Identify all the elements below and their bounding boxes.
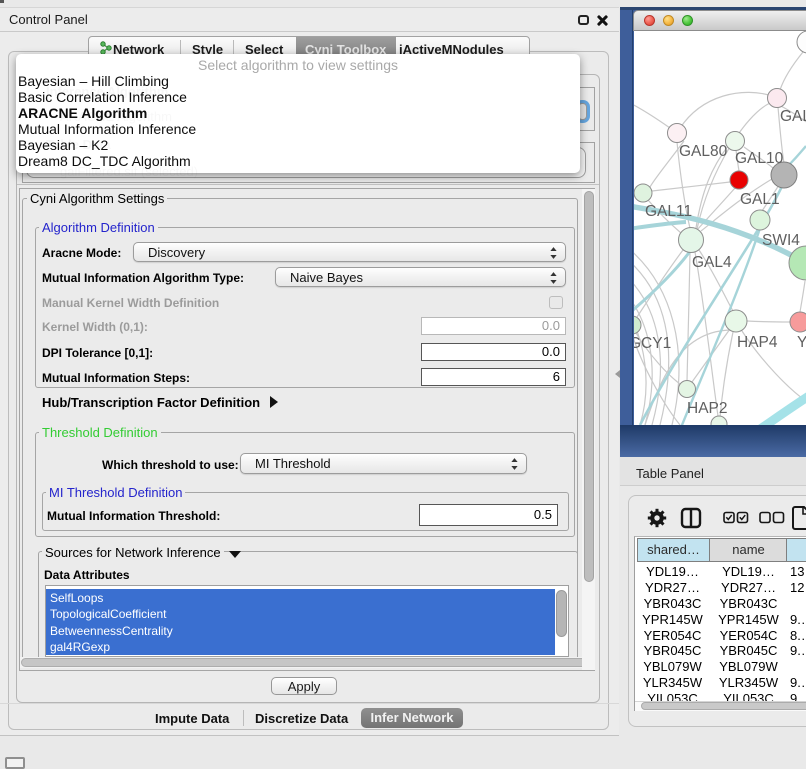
svg-text:GAL4: GAL4 [692, 254, 732, 271]
svg-text:GAL1: GAL1 [740, 191, 780, 208]
svg-text:GAL2: GAL2 [780, 108, 806, 125]
svg-text:GAL80: GAL80 [679, 143, 728, 160]
svg-text:HAP2: HAP2 [687, 400, 728, 417]
svg-text:GAL11: GAL11 [645, 203, 692, 220]
svg-text:GCY1: GCY1 [634, 335, 671, 352]
svg-text:SWI4: SWI4 [762, 232, 800, 249]
svg-text:HAP4: HAP4 [737, 334, 778, 351]
svg-text:YD: YD [797, 334, 806, 351]
svg-text:GAL10: GAL10 [735, 150, 784, 167]
